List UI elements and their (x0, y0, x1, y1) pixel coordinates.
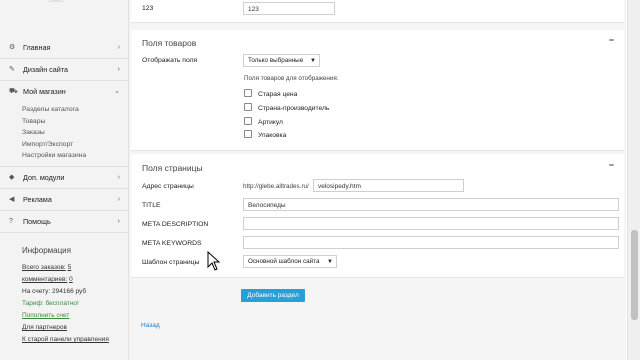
main-content: 123 123 Поля товаров − Отображать поля Т… (129, 0, 626, 360)
add-section-button[interactable]: Добавить раздел (241, 289, 305, 302)
meta-description-input[interactable] (243, 217, 619, 230)
back-link[interactable]: Назад (141, 322, 160, 329)
meta-keywords-input[interactable] (243, 236, 619, 249)
megaphone-icon: ◀ (9, 195, 15, 203)
scrollbar-thumb[interactable] (631, 230, 638, 320)
checkbox-sku[interactable]: Артикул (244, 117, 283, 126)
meta-description-label: META DESCRIPTION (142, 221, 209, 228)
sidebar-item-shop[interactable]: ⛟ Мой магазин ⌄ (0, 81, 128, 102)
balance: На счету: 294166 руб (22, 286, 126, 298)
address-label: Адрес страницы (142, 183, 194, 190)
sidebar-item-label: Помощь (23, 216, 51, 226)
submenu-item-shop-settings[interactable]: Настройки магазина (22, 150, 128, 162)
checkbox-package[interactable]: Упаковка (244, 130, 286, 139)
template-select[interactable]: Основной шаблон сайта ▼ (243, 255, 337, 268)
comments-label[interactable]: комментариев: (22, 276, 67, 283)
sidebar-item-label: Реклама (23, 194, 52, 204)
sidebar-nav: ⚙ Главная › ✎ Дизайн сайта › ⛟ Мой магаз… (0, 37, 128, 233)
show-fields-select[interactable]: Только выбранные ▼ (243, 54, 320, 67)
sidebar-item-ads[interactable]: ◀ Реклама › (0, 189, 128, 211)
orders-count[interactable]: Всего заказов: 5 (22, 262, 126, 274)
sidebar-item-label: Дизайн сайта (23, 65, 68, 74)
fields-caption: Поля товаров для отображения: (244, 75, 339, 82)
balance-label: На счету: (22, 288, 51, 295)
help-icon: ? (9, 217, 13, 225)
comments-count[interactable]: комментариев: 0 (22, 274, 126, 286)
checkbox-label: Артикул (258, 119, 283, 126)
section-title: Поля товаров (142, 38, 197, 48)
submenu-item-products[interactable]: Товары (22, 116, 128, 128)
orders-value[interactable]: 5 (68, 264, 72, 271)
select-value: Только выбранные (248, 57, 304, 64)
checkbox-icon[interactable] (244, 117, 252, 125)
meta-keywords-label: META KEYWORDS (142, 240, 202, 247)
sidebar-item-modules[interactable]: ◆ Доп. модули › (0, 167, 128, 189)
chevron-right-icon: › (117, 217, 120, 225)
top-field-label: 123 (142, 5, 154, 12)
comments-value[interactable]: 0 (69, 276, 73, 283)
checkbox-label: Упаковка (258, 132, 287, 139)
chevron-right-icon: › (117, 173, 120, 181)
template-label: Шаблон страницы (142, 259, 200, 266)
submenu-item-sections[interactable]: Разделы каталога (22, 104, 128, 116)
partners-link[interactable]: Для партнеров (22, 322, 126, 334)
sidebar-item-help[interactable]: ? Помощь › (0, 211, 128, 233)
show-fields-label: Отображать поля (142, 57, 198, 64)
dropdown-arrow-icon: ▼ (327, 259, 333, 265)
checkbox-icon[interactable] (244, 89, 252, 97)
puzzle-icon: ◆ (9, 173, 15, 181)
brush-icon: ✎ (9, 66, 15, 73)
gear-icon: ⚙ (9, 44, 16, 51)
sidebar-item-design[interactable]: ✎ Дизайн сайта › (0, 59, 128, 81)
title-label: TITLE (142, 202, 161, 209)
checkbox-label: Страна-производитель (258, 105, 330, 112)
dropdown-arrow-icon: ▼ (310, 58, 316, 64)
scrollbar[interactable] (627, 0, 640, 360)
tariff: Тариф: бесплатно! (22, 300, 79, 307)
collapse-icon[interactable]: − (609, 35, 614, 45)
chevron-right-icon: › (117, 44, 120, 51)
top-field-input[interactable]: 123 (243, 2, 335, 15)
topup-link[interactable]: Пополнить счет (22, 310, 126, 322)
checkbox-country[interactable]: Страна-производитель (244, 103, 329, 112)
collapse-icon[interactable]: − (609, 160, 614, 170)
sidebar: ▁▂▁ ⚙ Главная › ✎ Дизайн сайта › ⛟ Мой м… (0, 0, 129, 360)
select-value: Основной шаблон сайта (248, 258, 320, 265)
old-panel-link[interactable]: К старой панели управления (22, 334, 126, 346)
checkbox-label: Старая цена (258, 91, 298, 98)
product-fields-panel: Поля товаров − Отображать поля Только вы… (131, 30, 624, 151)
chevron-right-icon: › (117, 195, 120, 203)
cart-icon: ⛟ (9, 88, 18, 95)
checkbox-old-price[interactable]: Старая цена (244, 89, 297, 98)
submenu-item-orders[interactable]: Заказы (22, 127, 128, 139)
logo: ▁▂▁ (38, 0, 74, 12)
sidebar-item-home[interactable]: ⚙ Главная › (0, 37, 128, 59)
address-prefix: http://glebe.alltrades.ru/ (243, 183, 309, 190)
section-title: Поля страницы (142, 163, 203, 173)
orders-label[interactable]: Всего заказов: (22, 264, 66, 271)
checkbox-icon[interactable] (244, 130, 252, 138)
page-fields-panel: Поля страницы − Адрес страницы http://gl… (131, 154, 624, 278)
checkbox-icon[interactable] (244, 103, 252, 111)
sidebar-item-label: Мой магазин (23, 87, 66, 96)
mouse-cursor-icon (207, 251, 221, 271)
shop-submenu: Разделы каталога Товары Заказы Импорт/Эк… (0, 102, 128, 167)
title-input[interactable]: Велосипеды (243, 198, 619, 211)
sidebar-item-label: Главная (23, 43, 51, 52)
submenu-item-import-export[interactable]: Импорт/Экспорт (22, 139, 128, 151)
info-box: Информация Всего заказов: 5 комментариев… (22, 246, 126, 346)
sidebar-item-label: Доп. модули (23, 172, 65, 182)
balance-value: 294166 руб (52, 288, 87, 295)
info-title: Информация (22, 246, 71, 255)
chevron-down-icon: ⌄ (114, 88, 120, 95)
chevron-right-icon: › (117, 66, 120, 73)
top-field-panel: 123 123 (131, 0, 624, 23)
address-input[interactable]: velosipedy.htm (313, 179, 464, 192)
